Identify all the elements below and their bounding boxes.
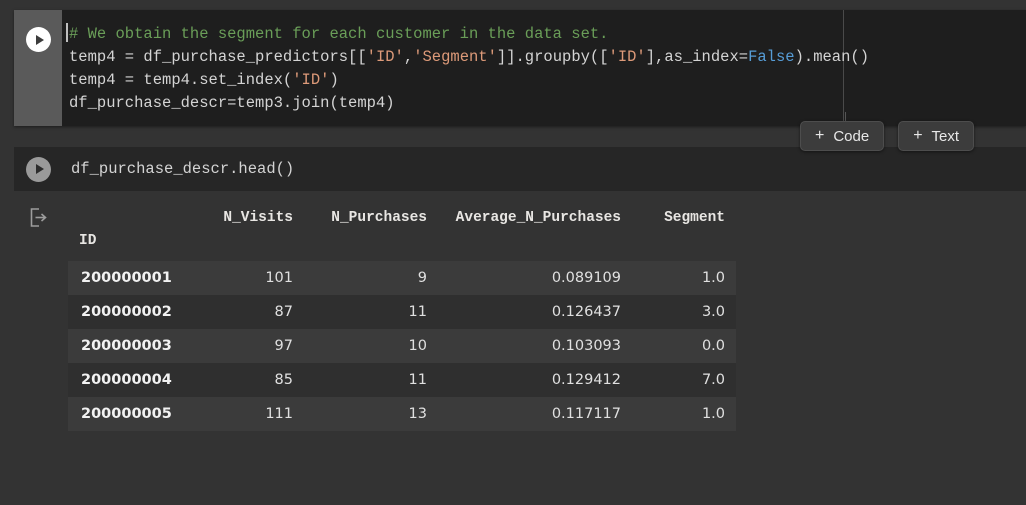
add-text-button[interactable]: + Text bbox=[898, 121, 975, 151]
table-cell-segment: 0.0 bbox=[701, 338, 725, 354]
index-row-spacer bbox=[304, 231, 438, 261]
dataframe-output: N_Visits N_Purchases Average_N_Purchases… bbox=[68, 205, 736, 431]
output-arrow-icon bbox=[30, 208, 47, 227]
cell-2-editor[interactable]: df_purchase_descr.head() bbox=[62, 147, 1026, 191]
plus-icon: + bbox=[913, 127, 923, 144]
table-index-name-row: ID bbox=[68, 231, 736, 261]
table-cell-segment: 1.0 bbox=[701, 406, 725, 422]
table-row: 200000002 87 11 0.126437 3.0 bbox=[68, 295, 736, 329]
dataframe-table: N_Visits N_Purchases Average_N_Purchases… bbox=[68, 205, 736, 431]
cell-2-gutter bbox=[14, 147, 62, 191]
table-row: 200000005 111 13 0.117117 1.0 bbox=[68, 397, 736, 431]
table-row: 200000003 97 10 0.103093 0.0 bbox=[68, 329, 736, 363]
notebook-root: # We obtain the segment for each custome… bbox=[0, 0, 1026, 505]
table-cell-average_n_purchases: 0.117117 bbox=[551, 406, 621, 422]
table-cell-n_purchases: 11 bbox=[408, 304, 427, 320]
add-cell-toolbar: + Code + Text bbox=[800, 121, 975, 151]
table-cell-n_purchases: 13 bbox=[408, 406, 427, 422]
code-token-str: 'ID' bbox=[608, 48, 646, 66]
index-row-spacer bbox=[438, 231, 632, 261]
code-token-plain: ]].groupby([ bbox=[496, 48, 609, 66]
code-token-plain: , bbox=[403, 48, 414, 66]
code-cell-1[interactable]: # We obtain the segment for each custome… bbox=[14, 10, 1026, 126]
add-code-label: Code bbox=[833, 127, 870, 145]
table-cell-n_visits: 97 bbox=[274, 338, 293, 354]
add-code-button[interactable]: + Code bbox=[800, 121, 885, 151]
code-token-plain: ],as_index= bbox=[645, 48, 749, 66]
code-token-comment: # We obtain the segment for each custome… bbox=[69, 25, 609, 43]
code-token-str: 'Segment' bbox=[413, 48, 497, 66]
table-cell-n_visits: 111 bbox=[265, 406, 293, 422]
run-cell-1-button[interactable] bbox=[25, 27, 51, 52]
code-token-str: 'ID' bbox=[292, 71, 330, 89]
column-header-average-n-purchases: Average_N_Purchases bbox=[455, 210, 621, 226]
cell-1-gutter bbox=[14, 10, 62, 126]
table-cell-average_n_purchases: 0.129412 bbox=[551, 372, 621, 388]
table-row: 200000001 101 9 0.089109 1.0 bbox=[68, 261, 736, 295]
code-line-1: df_purchase_descr.head() bbox=[69, 158, 294, 181]
code-token-plain: df_purchase_descr=temp3.join(temp4) bbox=[69, 94, 395, 112]
column-header-n-visits: N_Visits bbox=[223, 210, 293, 226]
table-cell-average_n_purchases: 0.089109 bbox=[551, 270, 621, 286]
table-cell-segment: 3.0 bbox=[701, 304, 725, 320]
cell-2-output: N_Visits N_Purchases Average_N_Purchases… bbox=[14, 197, 1026, 505]
plus-icon: + bbox=[815, 127, 825, 144]
table-cell-average_n_purchases: 0.103093 bbox=[551, 338, 621, 354]
table-cell-n_purchases: 11 bbox=[408, 372, 427, 388]
code-token-plain: temp4 = temp4.set_index( bbox=[69, 71, 293, 89]
table-cell-segment: 1.0 bbox=[701, 270, 725, 286]
table-row: 200000004 85 11 0.129412 7.0 bbox=[68, 363, 736, 397]
code-token-plain: df_purchase_descr.head() bbox=[71, 159, 295, 178]
index-name-label: ID bbox=[79, 233, 97, 249]
index-row-spacer bbox=[196, 231, 304, 261]
play-icon bbox=[35, 34, 44, 45]
row-index-cell: 200000002 bbox=[81, 304, 172, 320]
table-cell-n_purchases: 10 bbox=[408, 338, 427, 354]
row-index-cell: 200000001 bbox=[81, 270, 172, 286]
table-head: N_Visits N_Purchases Average_N_Purchases… bbox=[68, 205, 736, 261]
run-cell-2-button[interactable] bbox=[25, 156, 51, 182]
row-index-cell: 200000005 bbox=[81, 406, 172, 422]
code-token-plain: ) bbox=[329, 71, 339, 89]
table-cell-n_purchases: 9 bbox=[417, 270, 427, 286]
code-line-3: temp4 = temp4.set_index('ID') bbox=[67, 69, 1026, 92]
table-cell-n_visits: 87 bbox=[274, 304, 293, 320]
code-token-kw: False bbox=[748, 48, 795, 66]
code-line-2: temp4 = df_purchase_predictors[['ID','Se… bbox=[67, 46, 1026, 69]
add-text-label: Text bbox=[931, 127, 960, 145]
table-cell-n_visits: 101 bbox=[265, 270, 293, 286]
column-header-segment: Segment bbox=[664, 210, 725, 226]
row-index-cell: 200000004 bbox=[81, 372, 172, 388]
cell-1-editor[interactable]: # We obtain the segment for each custome… bbox=[62, 10, 1026, 126]
code-token-plain: ).mean() bbox=[794, 48, 870, 66]
table-header-row: N_Visits N_Purchases Average_N_Purchases… bbox=[68, 205, 736, 231]
column-header-n-purchases: N_Purchases bbox=[331, 210, 427, 226]
table-body: 200000001 101 9 0.089109 1.0 200000002 87 11 0.1… bbox=[68, 261, 736, 431]
play-icon bbox=[35, 164, 44, 174]
code-line-4: df_purchase_descr=temp3.join(temp4) bbox=[67, 92, 1026, 115]
column-header-blank bbox=[68, 205, 196, 231]
code-token-plain: temp4 = df_purchase_predictors[[ bbox=[69, 48, 367, 66]
table-cell-segment: 7.0 bbox=[701, 372, 725, 388]
code-cell-2[interactable]: df_purchase_descr.head() bbox=[14, 147, 1026, 191]
index-row-spacer bbox=[632, 231, 736, 261]
code-line-1: # We obtain the segment for each custome… bbox=[67, 23, 1026, 46]
table-cell-average_n_purchases: 0.126437 bbox=[551, 304, 621, 320]
table-cell-n_visits: 85 bbox=[274, 372, 293, 388]
code-token-str: 'ID' bbox=[366, 48, 404, 66]
row-index-cell: 200000003 bbox=[81, 338, 172, 354]
